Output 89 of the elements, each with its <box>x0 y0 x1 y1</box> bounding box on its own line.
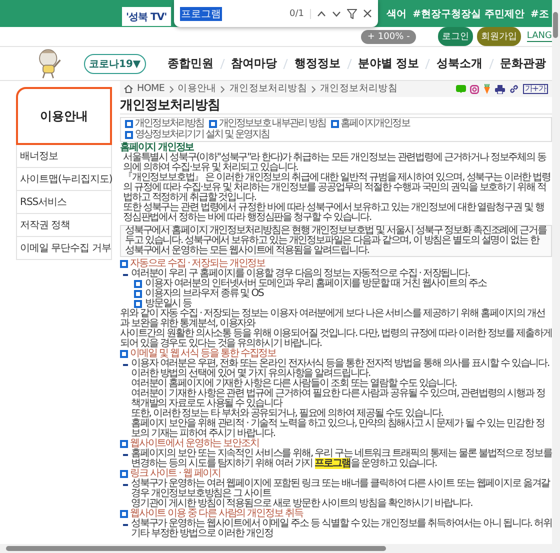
subsection-heading: 자동으로 수집 · 저장되는 개인정보 <box>130 259 265 269</box>
hashtag-link[interactable]: #현장구청장실 주민제안 <box>412 6 525 20</box>
nav-menu-item[interactable]: 성북소개 <box>436 56 482 71</box>
text-line: 영기관이 게시한 방침이 적용됨으로 새로 방문한 사이트의 방침을 확인하시기 바랍니다. <box>131 499 474 509</box>
text-line: 성북구가 운영하는 여러 웹페이지에 포함된 링크 또는 배너를 클릭하여 다른 사이트 또는 웹페이지로 옮겨갈 경우 개인정보보호방침은 그 사이트 <box>131 479 552 499</box>
zoom-in-button[interactable]: + <box>367 32 375 42</box>
text-line: 방문일시 등 <box>145 299 192 309</box>
dash-bullet-icon <box>123 484 128 486</box>
chevron-icon <box>220 86 226 92</box>
text-line: 또한, 이러한 정보는 타 부처와 공유되거나, 필요에 의하여 제공될 수도 있습니다. <box>131 409 443 419</box>
page-title: 개인정보처리방침 <box>120 99 221 112</box>
previous-match-icon[interactable] <box>317 10 326 16</box>
square-bullet-icon <box>208 120 217 128</box>
subsection-heading: 웹사이트 이용 중 다른 사람의 개인정보 취득 <box>130 509 303 519</box>
text-line: 이용자 여러분의 인터넷서버 도메인과 우리 홈페이지를 방문할 때 거친 웹사이트의 주소 <box>145 279 488 289</box>
tab-link[interactable]: 개인정보보호 내부관리 방침 <box>218 119 326 129</box>
sidebar-item[interactable]: 배너정보 <box>16 145 112 168</box>
tab-link[interactable]: 영상정보처리기기 설치 및 운영지침 <box>135 130 270 140</box>
next-match-icon[interactable] <box>332 10 341 16</box>
notice-box: 성북구에서 홈페이지 개인정보처리방침은 현행 개인정보보호법 및 서울시 성북구 정보화 촉진조례에 근거를 두고 있습니다. 성북구에서 보유하고 있는 개인정보파일은 다음과 같으며, 이 방침은 별도의 설명이 없는 한 성북구에서 운영하는 모든 웹사이트에 적용됨을 알려드립니다. <box>120 225 552 257</box>
breadcrumb-link[interactable]: 개인정보처리방침 <box>320 84 398 94</box>
paragraph: 서울특별시 성북구(이하"성북구"라 한다)가 취급하는 모든 개인정보는 관련법령에 근거하거나 정보주체의 동의에 의하여 수집·보유 및 처리되고 있습니다. <box>123 153 546 173</box>
tab-link[interactable]: 개인정보처리방침 <box>135 119 204 129</box>
search-keyword-chip[interactable]: '성북 TV' <box>122 7 171 26</box>
chevron-icon <box>168 86 174 92</box>
chevron-icon <box>311 86 316 92</box>
link-icon[interactable] <box>508 84 519 94</box>
text-size-button[interactable]: 가+가 <box>522 84 548 94</box>
covid-menu-button[interactable]: 코로나19▼ <box>84 54 146 74</box>
nav-menu-item[interactable]: 분야별 정보 <box>358 56 420 71</box>
zoom-level: 100% <box>378 32 404 42</box>
dash-bullet-icon <box>123 364 128 366</box>
subsection-heading: 링크 사이트 · 웹 페이지 <box>130 469 220 479</box>
zoom-out-button[interactable]: - <box>406 32 410 42</box>
square-bullet-icon <box>120 440 128 448</box>
vertical-scrollbar[interactable] <box>552 0 560 553</box>
dash-bullet-icon <box>123 274 128 276</box>
square-bullet-icon <box>120 260 128 268</box>
breadcrumb-link[interactable]: 이용안내 <box>178 84 216 94</box>
text-line: 위와 같이 자동 수집 · 저장되는 정보는 이용자 여러분에게 보다 나은 서비스를 제공하기 위해 홈페이지의 개선과 보완을 위한 통계분석, 이용자와 <box>120 309 545 329</box>
text-line: 여러분이 홈페이지에 기재한 사항은 다른 사람들이 조회 또는 열람할 수도 있습니다. <box>131 379 456 389</box>
square-bullet-icon <box>330 120 339 128</box>
square-bullet-icon <box>134 280 142 288</box>
square-bullet-icon <box>125 131 133 139</box>
square-bullet-icon <box>125 120 133 128</box>
carrot-icon[interactable] <box>482 84 491 94</box>
close-icon[interactable] <box>363 9 372 18</box>
hashtag-link[interactable]: 색어 <box>386 6 407 20</box>
find-field[interactable]: 프로그램 <box>180 4 284 24</box>
square-bullet-icon <box>120 470 128 478</box>
section-heading: 홈페이지 개인정보 <box>120 143 194 153</box>
breadcrumb-link[interactable]: HOME <box>137 84 165 94</box>
login-button[interactable]: 로그인 <box>438 27 473 46</box>
subsection-heading: 웹사이트에서 운영하는 보안조치 <box>130 439 259 449</box>
nav-menu-item[interactable]: 참여마당 <box>231 56 278 71</box>
square-bullet-icon <box>120 350 128 358</box>
home-icon[interactable] <box>124 85 133 93</box>
text-line: 여러분이 우리 구 홈페이지를 이용할 경우 다음의 정보는 자동적으로 수집 · 저장됩니다. <box>131 269 471 279</box>
text-line: 성북구가 운영하는 웹사이트에서 이메일 주소 등 식별할 수 있는 개인정보를 취득하여서는 아니 됩니다. 허위 기타 부정한 방법으로 이러한 개인정 <box>131 519 552 539</box>
sidebar-item[interactable]: 사이트맵(누리집지도) <box>16 168 112 191</box>
hashtag-link[interactable]: #조 <box>530 6 549 20</box>
nav-menu-item[interactable]: 문화관광 <box>500 56 546 71</box>
paragraph: 『개인정보보호법』 은 이러한 개인정보의 취급에 대한 일반적 규범을 제시하여 있으며, 성북구는 이러한 법령의 규정에 따라 수집·보유 및 처리하는 개인정보를 공공업무의 적절한 수행과 국민의 권익을 보호하기 위해 적법하고 적정하게 취급할 것입니다. <box>123 173 552 203</box>
sidebar-item[interactable]: RSS서비스 <box>16 191 112 214</box>
square-bullet-icon <box>134 300 142 308</box>
match-count: 0/1 <box>290 8 311 18</box>
filter-icon[interactable] <box>347 8 357 18</box>
sidebar-title: 이용안내 <box>16 87 112 145</box>
square-bullet-icon <box>134 290 142 298</box>
sidebar-item[interactable]: 이메일 무단수집 거부 <box>16 237 112 260</box>
horizontal-scrollbar[interactable] <box>0 544 552 553</box>
paragraph: 또한 성북구는 관련 법령에서 규정한 바에 따라 성북구에서 보유하고 있는 개인정보에 대한 열람청구권 및 행정심판법에서 정하는 바에 따라 행정심판을 청구할 수 있습니다. <box>123 203 545 223</box>
dash-bullet-icon <box>123 524 128 526</box>
nav-menu-item[interactable]: 종합민원 <box>168 56 214 71</box>
print-icon[interactable] <box>494 84 505 94</box>
tab-link[interactable]: 홈페이지개인정보 <box>340 119 410 129</box>
subsection-heading: 이메일 및 웹 서식 등을 통한 수집정보 <box>130 349 276 359</box>
signup-button[interactable]: 회원가입 <box>476 27 521 46</box>
square-bullet-icon <box>120 510 128 518</box>
text-line: 홈페이지 보안을 위해 관리적 · 기술적 노력을 하고 있으나, 만약의 침해사고 시 문제가 될 수 있는 민감한 정보의 기재는 피하여 주시기 바랍니다. <box>131 419 546 439</box>
instagram-icon[interactable] <box>470 84 479 94</box>
text-line: 사이트간의 원활한 의사소통 등을 위해 이용되어질 것입니다. 다만, 법령의 규정에 따라 이러한 정보를 제출하게 되어 있을 경우도 있다는 것을 유의하시기 바랍니다. <box>120 329 552 349</box>
sidebar-item[interactable]: 저작권 정책 <box>16 214 112 237</box>
nav-menu-item[interactable]: 행정정보 <box>294 56 341 71</box>
text-line: 이용자의 브라우저 종류 및 OS <box>145 289 265 299</box>
dash-bullet-icon <box>123 454 128 456</box>
text-line: 여러분이 기재한 사항은 관련 법규에 근거하여 필요한 다른 사람과 공유될 수 있으며, 관련법령의 시행과 정책개발의 자료로도 사용될 수 있습니다 <box>131 389 546 409</box>
breadcrumb-link[interactable]: 개인정보처리방침 <box>229 84 308 94</box>
text-line: 이용자 여러분은 우편, 전화 또는 온라인 전자서식 등을 통한 전자적 방법을 통해 의사를 표시할 수 있습니다. 이러한 방법의 선택에 있어 몇 가지 유의사항을 알려드립니다. <box>131 359 550 379</box>
